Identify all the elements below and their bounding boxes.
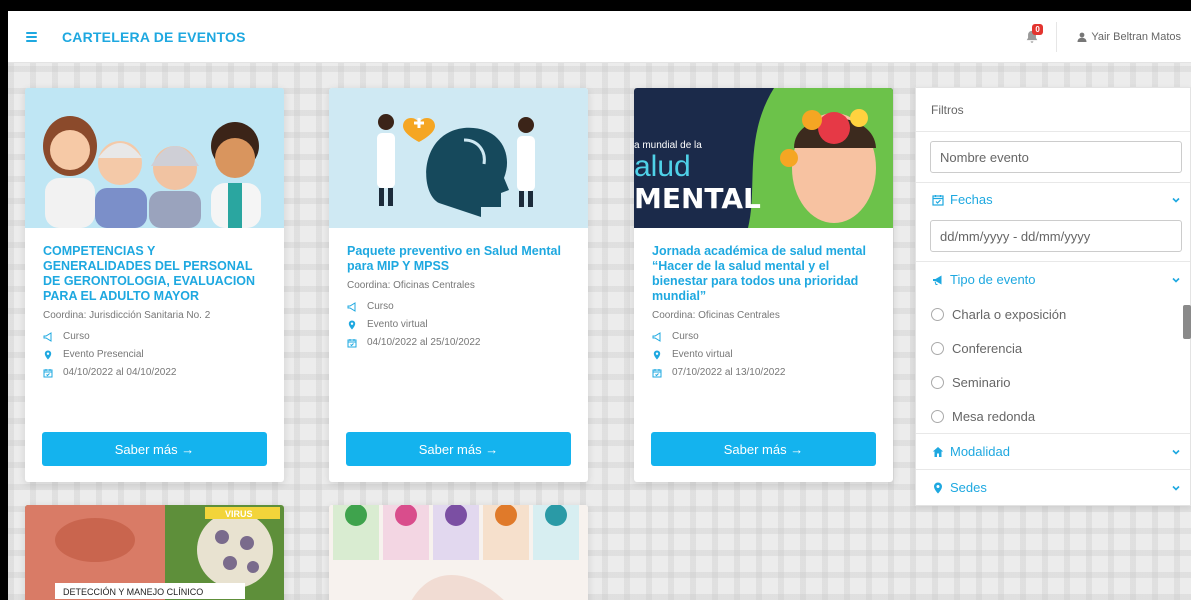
app-window: CARTELERA DE EVENTOS 0 Yair Beltran Mato…	[8, 11, 1191, 600]
notification-badge: 0	[1032, 24, 1043, 35]
event-card: VIRUS DETECCIÓN Y MANEJO CLÍNICO	[25, 505, 284, 600]
event-dates: 07/10/2022 al 13/10/2022	[652, 367, 875, 378]
event-image-mental-health	[329, 88, 588, 228]
event-dates-label: 07/10/2022 al 13/10/2022	[672, 367, 786, 378]
event-modality-label: Evento virtual	[672, 349, 733, 360]
home-icon	[932, 446, 944, 457]
calendar-check-icon	[652, 368, 662, 377]
event-modality: Evento Presencial	[43, 349, 266, 360]
event-card	[329, 505, 588, 600]
image-text-line2: alud	[634, 150, 691, 183]
tipo-option-seminario[interactable]: Seminario	[916, 365, 1190, 399]
chevron-down-icon	[1172, 449, 1180, 455]
option-label: Conferencia	[952, 340, 1023, 356]
event-dates-label: 04/10/2022 al 25/10/2022	[367, 337, 481, 348]
event-type: Curso	[43, 331, 266, 342]
event-title[interactable]: Jornada académica de salud mental “Hacer…	[652, 244, 875, 304]
calendar-check-icon	[43, 368, 53, 377]
navbar-divider	[1056, 22, 1058, 52]
option-label: Charla o exposición	[952, 306, 1067, 322]
event-dates-label: 04/10/2022 al 04/10/2022	[63, 367, 177, 378]
app-title: CARTELERA DE EVENTOS	[62, 28, 246, 45]
event-type-label: Curso	[367, 301, 394, 312]
filters-panel: Filtros Nombre evento Fechas dd/mm/yyyy …	[915, 87, 1191, 506]
radio-button[interactable]	[931, 375, 944, 389]
map-marker-icon	[348, 320, 356, 329]
event-type: Curso	[347, 301, 570, 312]
event-card: a mundial de la alud MENTAL Jornada acad…	[634, 88, 893, 482]
user-name: Yair Beltran Matos	[1091, 31, 1181, 43]
image-caption: DETECCIÓN Y MANEJO CLÍNICO	[63, 587, 203, 597]
saber-mas-button[interactable]: Saber más →	[651, 432, 876, 466]
megaphone-icon	[933, 275, 942, 285]
event-type-label: Curso	[672, 331, 699, 342]
event-type: Curso	[652, 331, 875, 342]
saber-mas-button[interactable]: Saber más →	[42, 432, 267, 466]
chevron-down-icon	[1172, 277, 1180, 283]
event-modality: Evento virtual	[652, 349, 875, 360]
event-title[interactable]: Paquete preventivo en Salud Mental para …	[347, 244, 570, 274]
option-label: Seminario	[952, 374, 1011, 390]
tipo-evento-label: Tipo de evento	[950, 272, 1036, 287]
sedes-section-toggle[interactable]: Sedes	[916, 469, 1190, 505]
top-navbar: CARTELERA DE EVENTOS 0 Yair Beltran Mato…	[8, 11, 1191, 63]
event-title[interactable]: COMPETENCIAS Y GENERALIDADES DEL PERSONA…	[43, 244, 266, 304]
event-dates: 04/10/2022 al 04/10/2022	[43, 367, 266, 378]
tipo-option-mesa-redonda[interactable]: Mesa redonda	[916, 399, 1190, 433]
chevron-down-icon	[1172, 485, 1180, 491]
radio-button[interactable]	[931, 341, 944, 355]
event-coordinator: Coordina: Oficinas Centrales	[347, 280, 475, 291]
event-image-infographic	[329, 505, 588, 600]
event-card: COMPETENCIAS Y GENERALIDADES DEL PERSONA…	[25, 88, 284, 482]
event-dates: 04/10/2022 al 25/10/2022	[347, 337, 570, 348]
megaphone-icon	[652, 331, 661, 342]
sedes-label: Sedes	[950, 480, 987, 495]
event-image-world-mental-health: a mundial de la alud MENTAL	[634, 88, 893, 228]
chevron-down-icon	[1172, 197, 1180, 203]
modalidad-section-toggle[interactable]: Modalidad	[916, 433, 1190, 469]
event-name-input[interactable]: Nombre evento	[930, 141, 1182, 173]
event-coordinator: Coordina: Jurisdicción Sanitaria No. 2	[43, 310, 211, 321]
event-modality: Evento virtual	[347, 319, 570, 330]
tipo-option-charla[interactable]: Charla o exposición	[916, 297, 1190, 331]
event-card: Paquete preventivo en Salud Mental para …	[329, 88, 588, 482]
user-menu[interactable]: Yair Beltran Matos	[1077, 31, 1181, 43]
date-range-input[interactable]: dd/mm/yyyy - dd/mm/yyyy	[930, 220, 1182, 252]
option-label: Mesa redonda	[952, 408, 1036, 424]
user-icon	[1077, 32, 1087, 42]
filters-title: Filtros	[916, 88, 1190, 132]
event-modality-label: Evento Presencial	[63, 349, 144, 360]
menu-icon[interactable]	[26, 31, 37, 42]
event-image-virus: VIRUS DETECCIÓN Y MANEJO CLÍNICO	[25, 505, 284, 600]
calendar-check-icon	[347, 338, 357, 347]
saber-mas-button[interactable]: Saber más →	[346, 432, 571, 466]
megaphone-icon	[43, 331, 52, 342]
fechas-label: Fechas	[950, 192, 993, 207]
map-marker-icon	[934, 482, 942, 493]
map-marker-icon	[44, 350, 52, 359]
event-image-gerontology	[25, 88, 284, 228]
calendar-check-icon	[932, 194, 944, 206]
image-virus-label: VIRUS	[225, 509, 253, 519]
event-modality-label: Evento virtual	[367, 319, 428, 330]
tipo-option-conferencia[interactable]: Conferencia	[916, 331, 1190, 365]
megaphone-icon	[347, 301, 356, 312]
modalidad-label: Modalidad	[950, 444, 1010, 459]
scrollbar-thumb[interactable]	[1183, 305, 1191, 339]
radio-button[interactable]	[931, 409, 944, 423]
map-marker-icon	[653, 350, 661, 359]
navbar-right: 0 Yair Beltran Matos	[1012, 11, 1191, 63]
notifications-button[interactable]: 0	[1012, 24, 1052, 44]
event-type-label: Curso	[63, 331, 90, 342]
image-text-line3: MENTAL	[634, 182, 761, 215]
event-coordinator: Coordina: Oficinas Centrales	[652, 310, 780, 321]
tipo-evento-section-toggle[interactable]: Tipo de evento	[916, 261, 1190, 297]
radio-button[interactable]	[931, 307, 944, 321]
fechas-section-toggle[interactable]: Fechas	[916, 182, 1190, 216]
